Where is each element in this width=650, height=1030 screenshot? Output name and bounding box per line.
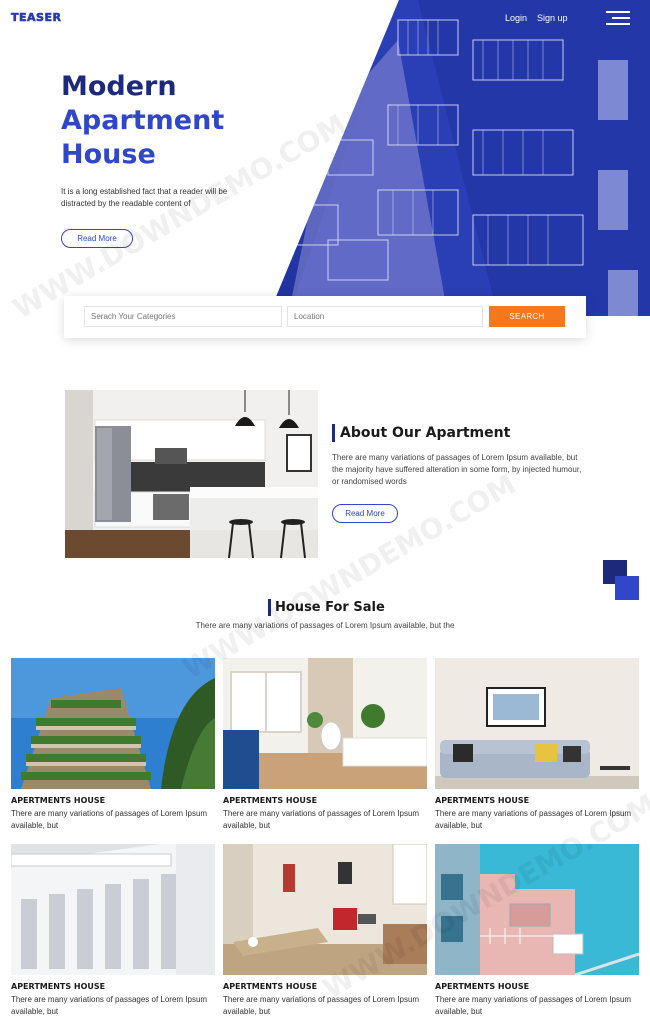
house-image <box>435 844 639 975</box>
hero-title-line2: Apartment <box>61 105 225 136</box>
hero-title: Modern Apartment House <box>61 70 291 172</box>
house-title: APERTMENTS HOUSE <box>223 796 318 805</box>
hero-description: It is a long established fact that a rea… <box>61 187 228 208</box>
signup-link[interactable]: Sign up <box>537 13 568 23</box>
house-title: APERTMENTS HOUSE <box>11 796 106 805</box>
house-title: APERTMENTS HOUSE <box>435 982 530 991</box>
house-card[interactable]: APERTMENTS HOUSE There are many variatio… <box>435 658 639 832</box>
house-card[interactable]: APERTMENTS HOUSE There are many variatio… <box>223 844 427 1018</box>
site-logo[interactable]: TEASER <box>11 11 62 25</box>
house-card[interactable]: APERTMENTS HOUSE There are many variatio… <box>435 844 639 1018</box>
hero-title-line1: Modern <box>61 71 177 102</box>
search-bar: SEARCH <box>64 296 586 338</box>
kitchen-image <box>65 390 318 558</box>
house-for-sale-description: There are many variations of passages of… <box>195 621 455 630</box>
hero-title-line3: House <box>61 139 156 170</box>
category-search-input[interactable] <box>84 306 282 327</box>
house-image <box>11 658 215 789</box>
house-title: APERTMENTS HOUSE <box>223 982 318 991</box>
decorative-squares <box>603 560 643 600</box>
house-image <box>223 844 427 975</box>
house-description: There are many variations of passages of… <box>223 809 420 830</box>
hero-section: TEASER Login Sign up Modern Apartment Ho… <box>0 0 650 316</box>
house-description: There are many variations of passages of… <box>435 995 632 1016</box>
about-heading: About Our Apartment <box>332 424 510 442</box>
house-description: There are many variations of passages of… <box>11 995 208 1016</box>
house-description: There are many variations of passages of… <box>435 809 632 830</box>
house-card[interactable]: APERTMENTS HOUSE There are many variatio… <box>223 658 427 832</box>
location-input[interactable] <box>287 306 483 327</box>
house-for-sale-heading: House For Sale <box>268 599 385 616</box>
house-title: APERTMENTS HOUSE <box>11 982 106 991</box>
house-image <box>223 658 427 789</box>
house-image <box>435 658 639 789</box>
house-description: There are many variations of passages of… <box>223 995 420 1016</box>
about-description: There are many variations of passages of… <box>332 453 582 486</box>
house-card[interactable]: APERTMENTS HOUSE There are many variatio… <box>11 844 215 1018</box>
house-title: APERTMENTS HOUSE <box>435 796 530 805</box>
house-description: There are many variations of passages of… <box>11 809 208 830</box>
house-image <box>11 844 215 975</box>
hero-building-image <box>268 0 650 316</box>
house-card[interactable]: APERTMENTS HOUSE There are many variatio… <box>11 658 215 832</box>
about-read-more-button[interactable]: Read More <box>332 504 398 523</box>
hero-read-more-button[interactable]: Read More <box>61 229 133 248</box>
hamburger-menu-icon[interactable] <box>606 11 630 27</box>
login-link[interactable]: Login <box>505 13 527 23</box>
search-button[interactable]: SEARCH <box>489 306 565 327</box>
